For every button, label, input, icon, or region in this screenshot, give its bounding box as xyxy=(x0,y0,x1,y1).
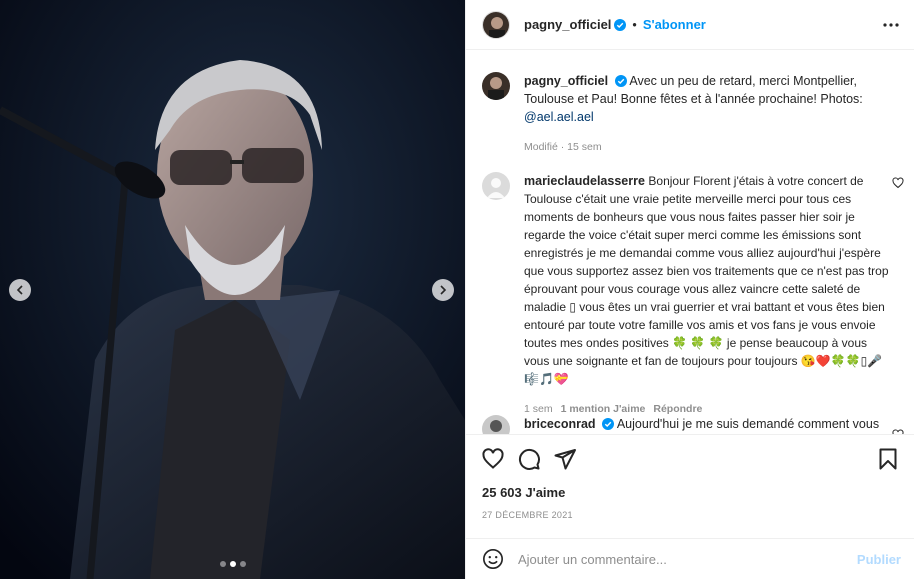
add-comment-bar: Publier xyxy=(466,538,914,579)
post-date[interactable]: 27 DÉCEMBRE 2021 xyxy=(482,510,573,520)
comment-username[interactable]: marieclaudelasserre xyxy=(524,174,645,188)
add-comment-input[interactable] xyxy=(518,551,838,567)
post-actions xyxy=(481,447,901,473)
verified-badge-icon xyxy=(614,75,627,87)
follow-button[interactable]: S'abonner xyxy=(643,17,706,32)
post-media[interactable] xyxy=(0,0,465,579)
commenter-avatar[interactable] xyxy=(482,415,510,434)
comment-bubble-icon[interactable] xyxy=(517,447,541,471)
caption-edited-time: Modifié · 15 sem xyxy=(524,141,602,153)
comment-text: Bonjour Florent j'étais à votre concert … xyxy=(524,174,889,386)
caption-mention-link[interactable]: @ael.ael.ael xyxy=(524,110,594,124)
carousel-next-button[interactable] xyxy=(432,279,454,301)
comment-text: Aujourd'hui je me suis demandé comment v… xyxy=(616,417,880,431)
emoji-smiley-icon[interactable] xyxy=(482,548,504,570)
header-separator: • xyxy=(632,17,637,32)
author-avatar[interactable] xyxy=(482,10,510,39)
comment-item: marieclaudelasserre Bonjour Florent j'ét… xyxy=(482,172,904,418)
carousel-prev-button[interactable] xyxy=(9,279,31,301)
comments-list[interactable]: pagny_officiel Avec un peu de retard, me… xyxy=(466,50,914,435)
verified-badge-icon xyxy=(602,418,615,430)
like-heart-icon[interactable] xyxy=(481,447,505,471)
post-photo xyxy=(0,0,465,579)
post-header: pagny_officiel • S'abonner xyxy=(466,0,914,50)
save-bookmark-icon[interactable] xyxy=(876,447,900,471)
carousel-dot xyxy=(239,561,246,567)
verified-badge-icon xyxy=(614,18,627,31)
comment-item: briceconrad Aujourd'hui je me suis deman… xyxy=(482,415,904,435)
comment-like-heart-icon[interactable] xyxy=(892,429,904,435)
chevron-right-icon xyxy=(440,285,447,295)
author-username[interactable]: pagny_officiel xyxy=(524,17,611,32)
caption-username[interactable]: pagny_officiel xyxy=(524,74,608,88)
likes-count[interactable]: 25 603 J'aime xyxy=(482,485,565,500)
commenter-avatar[interactable] xyxy=(482,172,510,200)
post-caption: pagny_officiel Avec un peu de retard, me… xyxy=(482,72,902,156)
chevron-left-icon xyxy=(16,285,23,295)
post-side-panel: pagny_officiel • S'abonner pagny_officie… xyxy=(465,0,914,579)
publish-button[interactable]: Publier xyxy=(857,552,901,567)
caption-meta: Modifié · 15 sem xyxy=(524,138,889,156)
author-avatar[interactable] xyxy=(482,72,510,100)
comment-username[interactable]: briceconrad xyxy=(524,417,596,431)
more-options-icon[interactable] xyxy=(883,18,899,32)
carousel-dot-active xyxy=(229,561,236,567)
carousel-dots xyxy=(0,561,465,567)
share-send-icon[interactable] xyxy=(553,447,577,471)
comment-like-heart-icon[interactable] xyxy=(892,177,904,189)
instagram-post-modal: pagny_officiel • S'abonner pagny_officie… xyxy=(0,0,914,579)
carousel-dot xyxy=(219,561,226,567)
